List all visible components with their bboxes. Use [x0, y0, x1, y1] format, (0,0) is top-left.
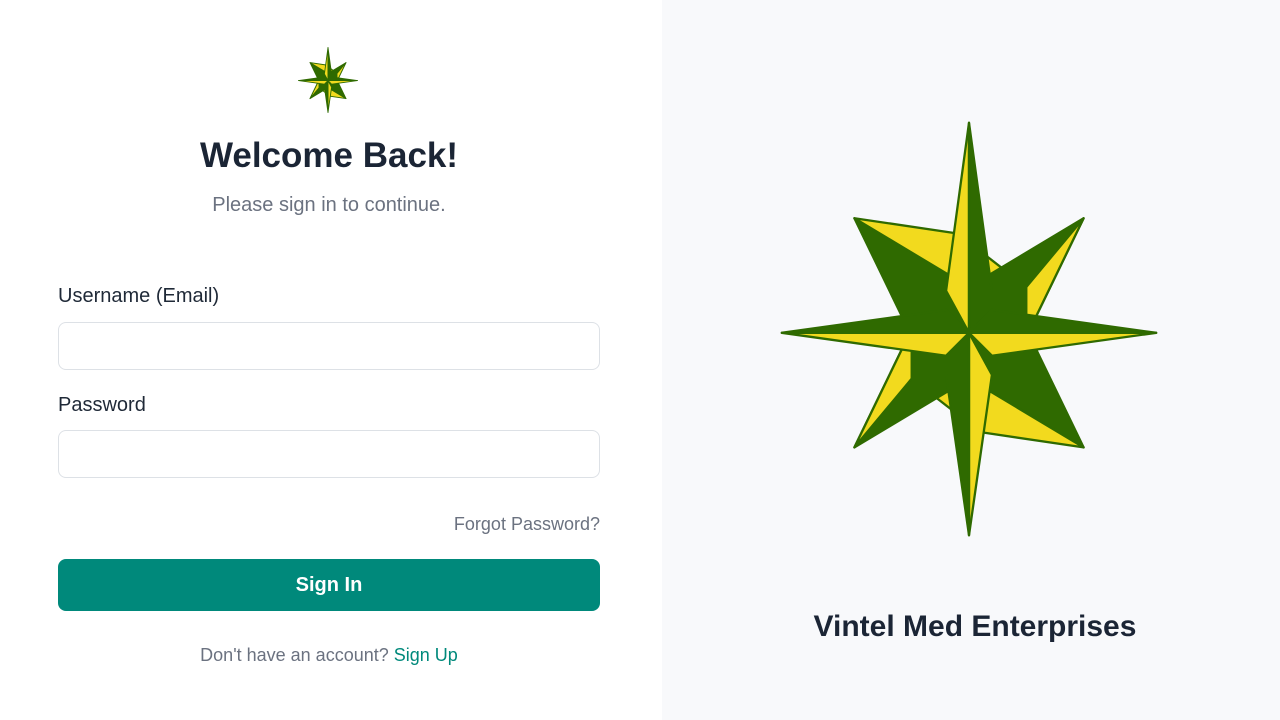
- login-panel: Welcome Back! Please sign in to continue…: [0, 0, 662, 720]
- login-page: Welcome Back! Please sign in to continue…: [0, 0, 1280, 720]
- compass-star-icon: [298, 47, 358, 113]
- username-input[interactable]: [58, 322, 600, 370]
- forgot-password-link[interactable]: Forgot Password?: [454, 514, 600, 535]
- sign-up-link[interactable]: Sign Up: [394, 645, 458, 665]
- brand-panel: Vintel Med Enterprises: [662, 0, 1280, 720]
- brand-name: Vintel Med Enterprises: [813, 610, 1137, 643]
- sign-in-button[interactable]: Sign In: [58, 559, 600, 611]
- compass-star-icon: [780, 121, 1158, 537]
- page-subtitle: Please sign in to continue.: [212, 194, 446, 216]
- username-label: Username (Email): [58, 285, 220, 307]
- page-title: Welcome Back!: [199, 136, 459, 175]
- signup-line: Don't have an account? Sign Up: [0, 645, 658, 666]
- signup-prompt: Don't have an account?: [200, 645, 389, 665]
- password-input[interactable]: [58, 430, 600, 478]
- password-label: Password: [58, 394, 146, 416]
